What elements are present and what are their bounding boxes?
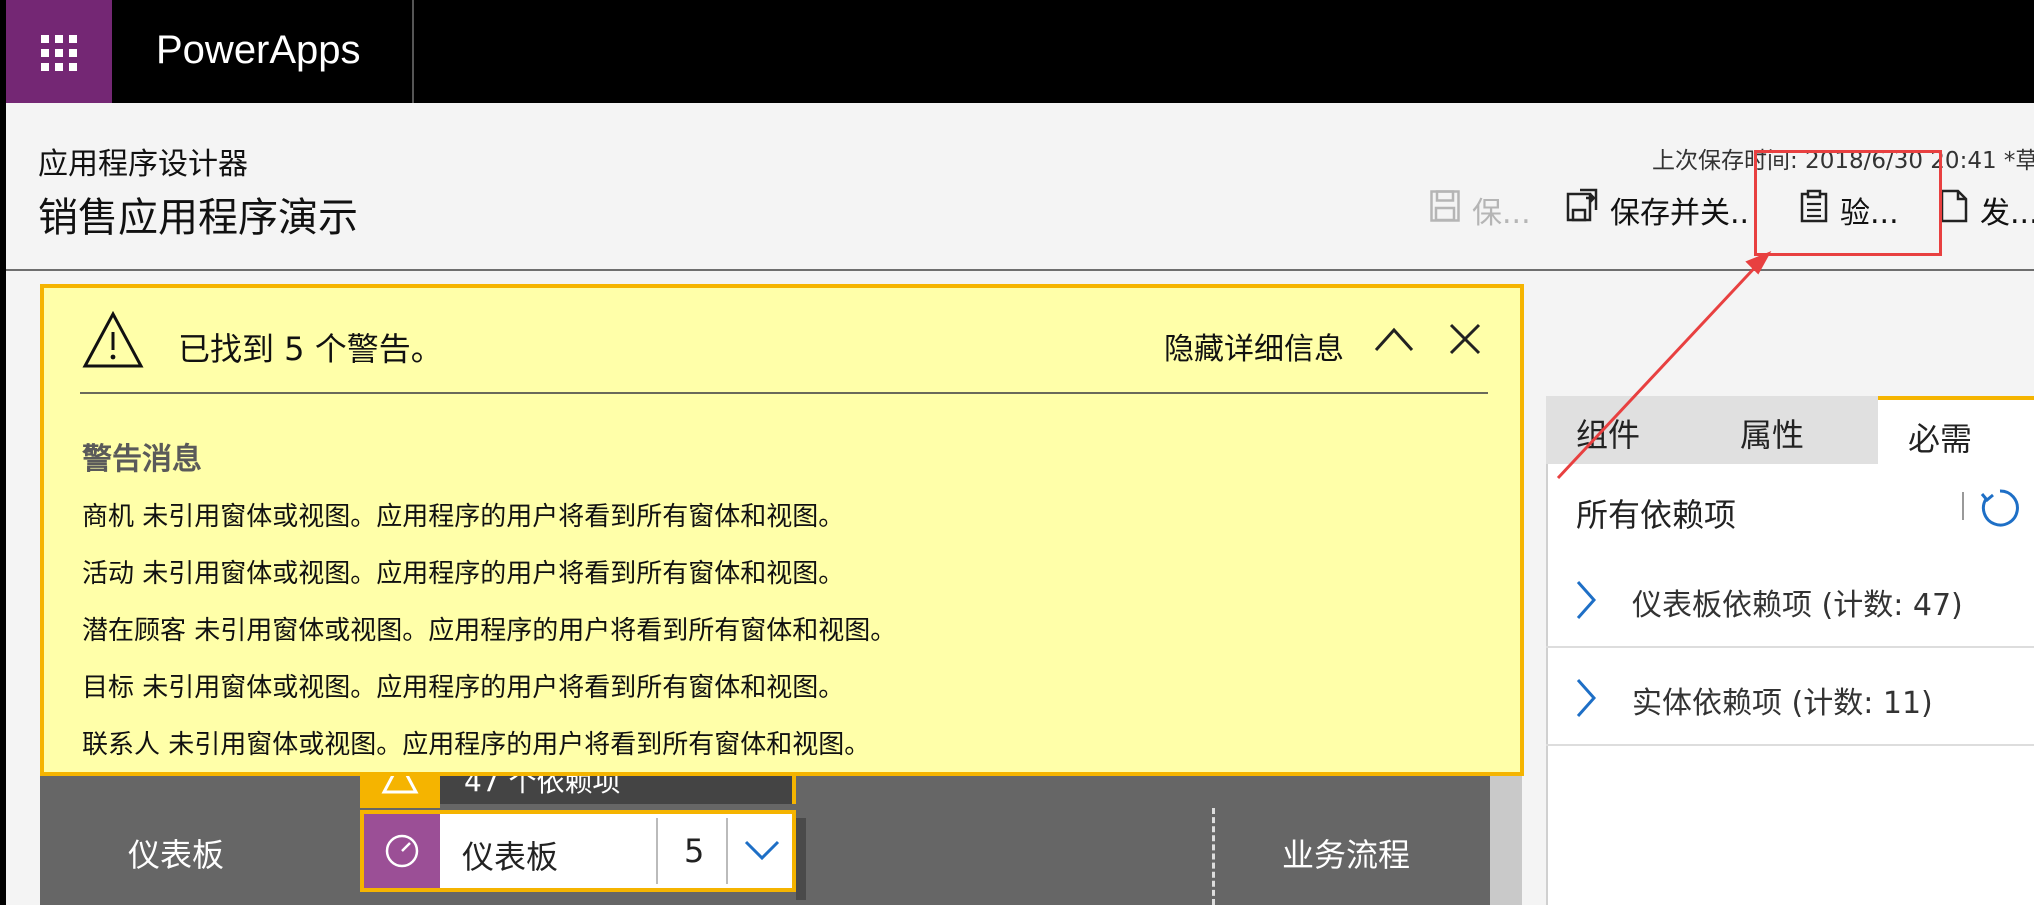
top-bar: PowerApps	[0, 0, 2034, 103]
page-title: 销售应用程序演示	[38, 195, 358, 241]
refresh-icon[interactable]	[1978, 486, 2022, 534]
warning-message: 潜在顾客 未引用窗体或视图。应用程序的用户将看到所有窗体和视图。	[82, 616, 897, 646]
warning-message: 目标 未引用窗体或视图。应用程序的用户将看到所有窗体和视图。	[82, 673, 845, 703]
waffle-grid-icon	[41, 35, 77, 71]
annotation-highlight-box	[1754, 150, 1942, 256]
hide-details-link[interactable]: 隐藏详细信息	[1164, 324, 1344, 368]
tab-properties[interactable]: 属性	[1740, 396, 1890, 464]
all-dependencies-label: 所有依赖项	[1576, 496, 1737, 534]
warning-message: 联系人 未引用窗体或视图。应用程序的用户将看到所有窗体和视图。	[82, 730, 871, 760]
list-item-dashboard-dependencies[interactable]: 仪表板依赖项 (计数: 47)	[1546, 552, 2034, 648]
designer-header: 应用程序设计器 销售应用程序演示 上次保存时间: 2018/6/30 20:41…	[6, 103, 2034, 271]
app-launcher-button[interactable]	[6, 0, 112, 103]
save-label: 保...	[1472, 196, 1531, 231]
app-root: PowerApps 应用程序设计器 销售应用程序演示 上次保存时间: 2018/…	[0, 0, 2034, 905]
tile-shadow	[796, 818, 806, 900]
warning-triangle-icon	[82, 310, 144, 374]
tab-required[interactable]: 必需	[1878, 396, 2034, 464]
designer-subtitle: 应用程序设计器	[38, 147, 248, 182]
chevron-down-icon[interactable]	[742, 834, 782, 868]
floppy-disk-icon	[1430, 190, 1460, 230]
warning-panel: 已找到 5 个警告。 隐藏详细信息 警告消息 商机 未引用窗体或视图。应用程序的…	[40, 284, 1524, 776]
save-close-icon	[1566, 188, 1598, 232]
tile-name: 仪表板	[462, 838, 559, 876]
publish-button[interactable]: 发...	[1940, 185, 2034, 235]
chevron-right-icon	[1574, 676, 1598, 724]
chevron-right-icon	[1574, 578, 1598, 626]
speedometer-icon	[364, 814, 440, 888]
list-item-label: 实体依赖项 (计数: 11)	[1632, 686, 1933, 721]
close-icon[interactable]	[1448, 322, 1482, 360]
tile-divider	[726, 818, 728, 884]
save-button[interactable]: 保...	[1430, 185, 1531, 235]
tile-divider	[656, 818, 658, 884]
warning-message: 活动 未引用窗体或视图。应用程序的用户将看到所有窗体和视图。	[82, 559, 845, 589]
lane-separator	[1212, 808, 1215, 905]
document-publish-icon	[1940, 189, 1968, 231]
brand-name: PowerApps	[156, 28, 361, 72]
warning-message: 商机 未引用窗体或视图。应用程序的用户将看到所有窗体和视图。	[82, 502, 845, 532]
right-panel-tabs: 组件 属性 必需	[1546, 396, 2034, 464]
topbar-divider	[412, 0, 414, 103]
tile-count: 5	[684, 832, 705, 870]
warning-messages-heading: 警告消息	[82, 442, 202, 477]
chevron-up-icon[interactable]	[1372, 324, 1416, 358]
warning-title: 已找到 5 个警告。	[178, 330, 443, 368]
warning-divider	[80, 392, 1488, 394]
tab-components[interactable]: 组件	[1576, 396, 1696, 464]
publish-label: 发...	[1980, 196, 2034, 231]
list-item-label: 仪表板依赖项 (计数: 47)	[1632, 588, 1963, 623]
toolbar-divider	[1962, 492, 1964, 520]
dashboard-lane-label: 仪表板	[128, 836, 225, 874]
save-and-close-button[interactable]: 保存并关..	[1566, 185, 1749, 235]
dashboard-tile[interactable]: 仪表板 5	[360, 810, 796, 892]
list-item-entity-dependencies[interactable]: 实体依赖项 (计数: 11)	[1546, 650, 2034, 746]
business-process-lane-label: 业务流程	[1282, 836, 1411, 874]
save-and-close-label: 保存并关..	[1610, 196, 1750, 231]
